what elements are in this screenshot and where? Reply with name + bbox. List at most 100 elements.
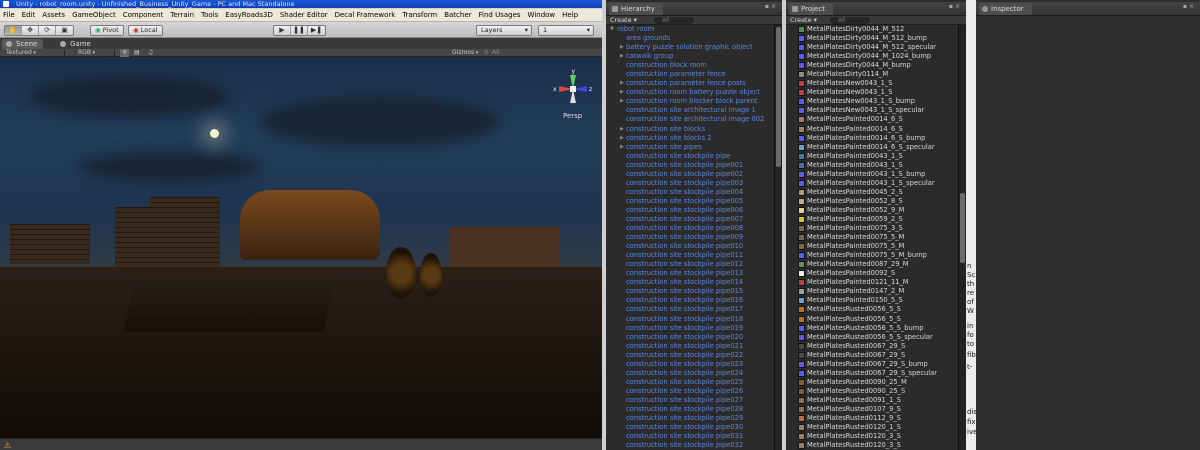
projection-label[interactable]: Persp bbox=[563, 112, 582, 120]
menu-item-gameobject[interactable]: GameObject bbox=[72, 11, 116, 19]
tab-scene[interactable]: Scene bbox=[2, 39, 44, 49]
window-titlebar[interactable]: Unity - robot_room.unity - Unfinished_Bu… bbox=[0, 0, 602, 8]
project-asset-item[interactable]: MetalPlatesPainted0014_6_S_bump bbox=[786, 134, 966, 143]
project-asset-item[interactable]: MetalPlatesPainted0052_8_S bbox=[786, 197, 966, 206]
hierarchy-item[interactable]: ▶ construction site blocks 2 bbox=[606, 134, 782, 143]
layers-dropdown[interactable]: Layers bbox=[476, 25, 532, 36]
hierarchy-scrollbar[interactable] bbox=[774, 25, 782, 450]
hierarchy-item[interactable]: ▶ catwalk group bbox=[606, 52, 782, 61]
project-asset-item[interactable]: MetalPlatesPainted0043_1_S_specular bbox=[786, 179, 966, 188]
gizmos-dropdown[interactable]: Gizmos bbox=[452, 49, 478, 57]
menu-item-help[interactable]: Help bbox=[562, 11, 578, 19]
hierarchy-item[interactable]: construction parameter fence bbox=[606, 70, 782, 79]
hierarchy-item[interactable]: construction site stockpile pipe009 bbox=[606, 233, 782, 242]
render-mode-dropdown[interactable]: Textured bbox=[6, 49, 36, 57]
hierarchy-item[interactable]: ▶ construction parameter fence posts bbox=[606, 79, 782, 88]
menu-item-tools[interactable]: Tools bbox=[201, 11, 218, 19]
hierarchy-item[interactable]: construction site stockpile pipe024 bbox=[606, 369, 782, 378]
move-tool-icon[interactable]: ✥ bbox=[22, 26, 39, 35]
collapsed-arrow-icon[interactable]: ▶ bbox=[620, 97, 624, 106]
project-asset-item[interactable]: MetalPlatesPainted0052_9_M bbox=[786, 206, 966, 215]
project-asset-item[interactable]: MetalPlatesPainted0121_11_M bbox=[786, 278, 966, 287]
project-asset-item[interactable]: MetalPlatesRusted0091_1_S bbox=[786, 396, 966, 405]
scene-effects-icon[interactable]: ▤ bbox=[134, 49, 140, 57]
hierarchy-item[interactable]: construction site stockpile pipe025 bbox=[606, 378, 782, 387]
hierarchy-item[interactable]: construction site stockpile pipe029 bbox=[606, 414, 782, 423]
tab-project[interactable]: Project bbox=[789, 3, 833, 15]
hierarchy-item[interactable]: ▼ robot room bbox=[606, 25, 782, 34]
hierarchy-item[interactable]: construction site stockpile pipe007 bbox=[606, 215, 782, 224]
project-asset-item[interactable]: MetalPlatesPainted0014_6_S bbox=[786, 115, 966, 124]
warning-icon[interactable]: ⚠ bbox=[4, 441, 11, 450]
panel-controls-icon[interactable]: ▪× bbox=[765, 3, 778, 10]
collapsed-arrow-icon[interactable]: ▶ bbox=[620, 79, 624, 88]
tab-game[interactable]: Game bbox=[56, 39, 97, 49]
menu-item-window[interactable]: Window bbox=[528, 11, 556, 19]
project-asset-item[interactable]: MetalPlatesPainted0014_6_S bbox=[786, 125, 966, 134]
menu-item-shader-editor[interactable]: Shader Editor bbox=[280, 11, 328, 19]
scene-orientation-gizmo[interactable]: y x z bbox=[553, 67, 593, 111]
hierarchy-item[interactable]: construction site architectural image 1 bbox=[606, 106, 782, 115]
project-asset-item[interactable]: MetalPlatesRusted0120_3_S bbox=[786, 441, 966, 450]
hierarchy-item[interactable]: construction site stockpile pipe004 bbox=[606, 188, 782, 197]
hierarchy-item[interactable]: construction site stockpile pipe003 bbox=[606, 179, 782, 188]
hierarchy-item[interactable]: construction site stockpile pipe015 bbox=[606, 287, 782, 296]
hierarchy-item[interactable]: construction site stockpile pipe006 bbox=[606, 206, 782, 215]
hierarchy-item[interactable]: area grounds bbox=[606, 34, 782, 43]
project-asset-item[interactable]: MetalPlatesPainted0059_2_S bbox=[786, 215, 966, 224]
local-toggle-button[interactable]: ◉ Local bbox=[128, 25, 163, 36]
menu-item-assets[interactable]: Assets bbox=[42, 11, 65, 19]
tab-inspector[interactable]: Inspector bbox=[979, 3, 1032, 15]
project-asset-item[interactable]: MetalPlatesRusted0112_9_S bbox=[786, 414, 966, 423]
panel-controls-icon[interactable]: ▪× bbox=[949, 3, 962, 10]
menu-item-edit[interactable]: Edit bbox=[22, 11, 36, 19]
hierarchy-item[interactable]: construction site stockpile pipe016 bbox=[606, 296, 782, 305]
collapsed-arrow-icon[interactable]: ▶ bbox=[620, 43, 624, 52]
hierarchy-create-dropdown[interactable]: Create ▾ bbox=[610, 16, 637, 25]
scale-tool-icon[interactable]: ▣ bbox=[56, 26, 73, 35]
hierarchy-item[interactable]: ▶ construction site blocks bbox=[606, 125, 782, 134]
project-asset-item[interactable]: MetalPlatesRusted0056_5_S bbox=[786, 305, 966, 314]
scene-lighting-toggle-icon[interactable]: ☀ bbox=[120, 49, 130, 57]
project-asset-item[interactable]: MetalPlatesDirty0044_M_1024_bump bbox=[786, 52, 966, 61]
rotate-tool-icon[interactable]: ⟳ bbox=[39, 26, 56, 35]
project-asset-item[interactable]: MetalPlatesPainted0092_S bbox=[786, 269, 966, 278]
menu-item-file[interactable]: File bbox=[3, 11, 15, 19]
collapsed-arrow-icon[interactable]: ▶ bbox=[620, 134, 624, 143]
scene-audio-icon[interactable]: ♫ bbox=[148, 49, 153, 57]
project-asset-item[interactable]: MetalPlatesRusted0107_9_S bbox=[786, 405, 966, 414]
scrollbar-thumb[interactable] bbox=[776, 27, 781, 167]
hierarchy-item[interactable]: construction site stockpile pipe022 bbox=[606, 351, 782, 360]
pause-icon[interactable]: ❚❚ bbox=[291, 26, 308, 35]
project-asset-item[interactable]: MetalPlatesPainted0150_5_S bbox=[786, 296, 966, 305]
hierarchy-item[interactable]: construction site stockpile pipe005 bbox=[606, 197, 782, 206]
expanded-arrow-icon[interactable]: ▼ bbox=[610, 25, 614, 34]
hierarchy-search-input[interactable] bbox=[654, 17, 694, 24]
project-asset-item[interactable]: MetalPlatesPainted0147_2_M bbox=[786, 287, 966, 296]
hierarchy-item[interactable]: construction site stockpile pipe010 bbox=[606, 242, 782, 251]
color-mode-dropdown[interactable]: RGB bbox=[78, 49, 95, 57]
pivot-toggle-button[interactable]: ◉ Pivot bbox=[90, 25, 124, 36]
project-asset-item[interactable]: MetalPlatesRusted0067_29_S_specular bbox=[786, 369, 966, 378]
project-asset-item[interactable]: MetalPlatesNew0043_1_S bbox=[786, 88, 966, 97]
hierarchy-item[interactable]: construction site stockpile pipe031 bbox=[606, 432, 782, 441]
hierarchy-item[interactable]: ▶ construction site pipes bbox=[606, 143, 782, 152]
hierarchy-item[interactable]: construction site stockpile pipe023 bbox=[606, 360, 782, 369]
scene-viewport[interactable]: y x z Persp bbox=[0, 57, 602, 450]
menu-item-decal-framework[interactable]: Decal Framework bbox=[335, 11, 396, 19]
collapsed-arrow-icon[interactable]: ▶ bbox=[620, 88, 624, 97]
project-asset-item[interactable]: MetalPlatesNew0043_1_S_bump bbox=[786, 97, 966, 106]
project-asset-item[interactable]: MetalPlatesRusted0090_25_M bbox=[786, 378, 966, 387]
collapsed-arrow-icon[interactable]: ▶ bbox=[620, 125, 624, 134]
project-asset-item[interactable]: MetalPlatesDirty0114_M bbox=[786, 70, 966, 79]
hierarchy-item[interactable]: construction site stockpile pipe011 bbox=[606, 251, 782, 260]
project-asset-item[interactable]: MetalPlatesPainted0075_5_M_bump bbox=[786, 251, 966, 260]
hierarchy-item[interactable]: construction site stockpile pipe021 bbox=[606, 342, 782, 351]
layout-dropdown[interactable]: 1 bbox=[538, 25, 594, 36]
project-asset-item[interactable]: MetalPlatesRusted0056_5_S_specular bbox=[786, 333, 966, 342]
project-asset-item[interactable]: MetalPlatesDirty0044_M_512 bbox=[786, 25, 966, 34]
hierarchy-item[interactable]: construction block room bbox=[606, 61, 782, 70]
project-asset-item[interactable]: MetalPlatesNew0043_1_S bbox=[786, 79, 966, 88]
project-asset-item[interactable]: MetalPlatesRusted0120_1_S bbox=[786, 423, 966, 432]
hierarchy-item[interactable]: construction site stockpile pipe019 bbox=[606, 324, 782, 333]
